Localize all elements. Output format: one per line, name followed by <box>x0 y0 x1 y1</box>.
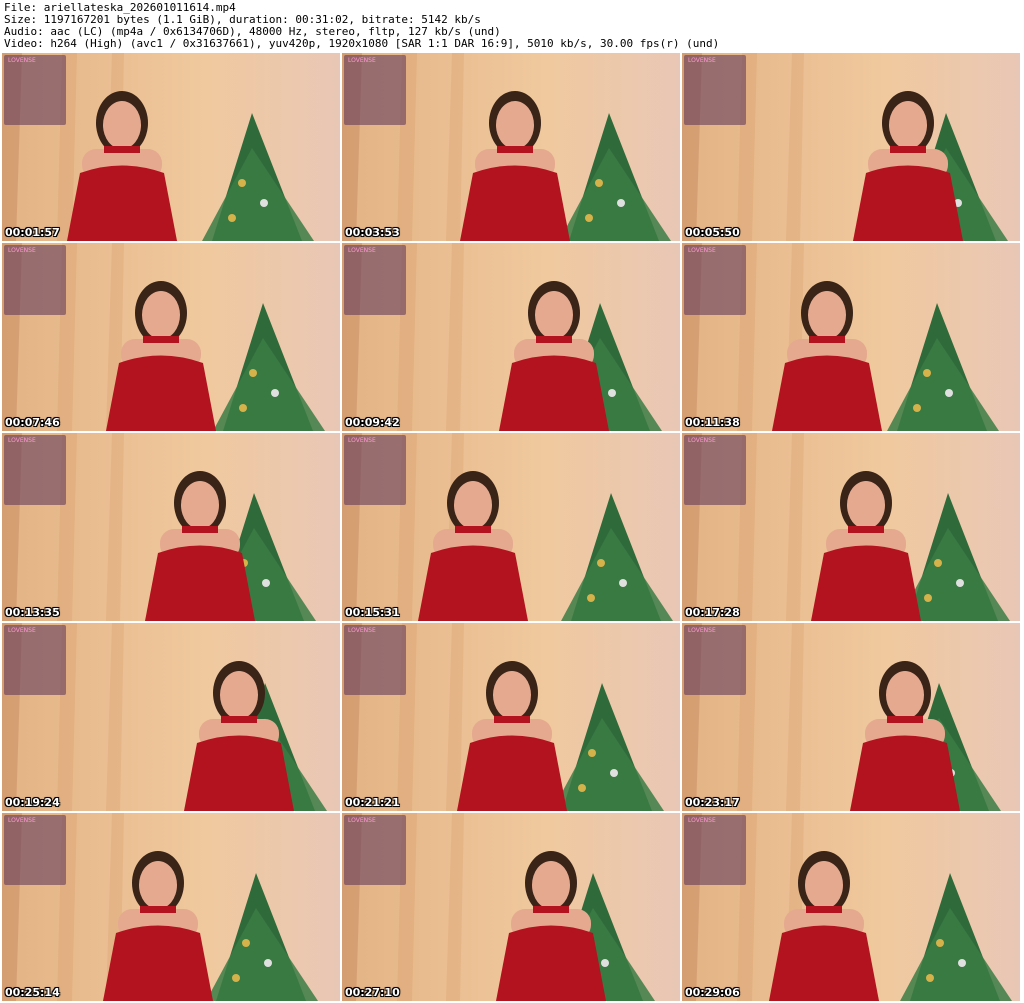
lovense-brand-label: LOVENSE <box>348 627 376 634</box>
lovense-brand-label: LOVENSE <box>8 817 36 824</box>
lovense-overlay-panel: LOVENSE <box>684 815 746 885</box>
lovense-brand-label: LOVENSE <box>348 247 376 254</box>
video-thumbnail[interactable]: LOVENSE 00:23:17 <box>682 623 1020 811</box>
lovense-brand-label: LOVENSE <box>688 627 716 634</box>
lovense-brand-label: LOVENSE <box>8 57 36 64</box>
video-thumbnail[interactable]: LOVENSE 00:05:50 <box>682 53 1020 241</box>
thumbnail-timestamp: 00:03:53 <box>345 226 400 239</box>
thumbnail-timestamp: 00:01:57 <box>5 226 60 239</box>
thumbnail-timestamp: 00:13:35 <box>5 606 60 619</box>
lovense-brand-label: LOVENSE <box>8 247 36 254</box>
lovense-brand-label: LOVENSE <box>688 817 716 824</box>
video-thumbnail[interactable]: LOVENSE 00:13:35 <box>2 433 340 621</box>
video-thumbnail[interactable]: LOVENSE 00:17:28 <box>682 433 1020 621</box>
file-name-line: File: ariellateska_202601011614.mp4 <box>4 1 236 14</box>
video-thumbnail[interactable]: LOVENSE 00:07:46 <box>2 243 340 431</box>
thumbnail-timestamp: 00:27:10 <box>345 986 400 999</box>
video-thumbnail[interactable]: LOVENSE 00:09:42 <box>342 243 680 431</box>
file-info-header: File: ariellateska_202601011614.mp4 Size… <box>0 0 1024 52</box>
thumbnail-timestamp: 00:11:38 <box>685 416 740 429</box>
lovense-overlay-panel: LOVENSE <box>4 435 66 505</box>
lovense-overlay-panel: LOVENSE <box>684 245 746 315</box>
lovense-overlay-panel: LOVENSE <box>4 245 66 315</box>
lovense-overlay-panel: LOVENSE <box>344 55 406 125</box>
thumbnail-grid: LOVENSE 00:01:57 LOVENSE 00:03:53 LOVENSE 00:… <box>0 52 1024 1003</box>
lovense-overlay-panel: LOVENSE <box>4 55 66 125</box>
lovense-overlay-panel: LOVENSE <box>4 815 66 885</box>
thumbnail-timestamp: 00:21:21 <box>345 796 400 809</box>
lovense-overlay-panel: LOVENSE <box>344 625 406 695</box>
size-line: Size: 1197167201 bytes (1.1 GiB), durati… <box>4 13 481 26</box>
lovense-brand-label: LOVENSE <box>8 627 36 634</box>
lovense-overlay-panel: LOVENSE <box>344 435 406 505</box>
video-thumbnail[interactable]: LOVENSE 00:21:21 <box>342 623 680 811</box>
lovense-brand-label: LOVENSE <box>348 57 376 64</box>
thumbnail-timestamp: 00:17:28 <box>685 606 740 619</box>
lovense-overlay-panel: LOVENSE <box>684 625 746 695</box>
video-thumbnail[interactable]: LOVENSE 00:19:24 <box>2 623 340 811</box>
thumbnail-timestamp: 00:29:06 <box>685 986 740 999</box>
thumbnail-timestamp: 00:15:31 <box>345 606 400 619</box>
video-thumbnail[interactable]: LOVENSE 00:01:57 <box>2 53 340 241</box>
lovense-brand-label: LOVENSE <box>348 437 376 444</box>
lovense-brand-label: LOVENSE <box>348 817 376 824</box>
lovense-overlay-panel: LOVENSE <box>684 435 746 505</box>
lovense-overlay-panel: LOVENSE <box>344 815 406 885</box>
video-thumbnail[interactable]: LOVENSE 00:03:53 <box>342 53 680 241</box>
video-thumbnail[interactable]: LOVENSE 00:25:14 <box>2 813 340 1001</box>
thumbnail-timestamp: 00:09:42 <box>345 416 400 429</box>
video-line: Video: h264 (High) (avc1 / 0x31637661), … <box>4 37 720 50</box>
video-thumbnail[interactable]: LOVENSE 00:29:06 <box>682 813 1020 1001</box>
thumbnail-timestamp: 00:05:50 <box>685 226 740 239</box>
video-thumbnail[interactable]: LOVENSE 00:27:10 <box>342 813 680 1001</box>
lovense-overlay-panel: LOVENSE <box>4 625 66 695</box>
lovense-overlay-panel: LOVENSE <box>344 245 406 315</box>
lovense-brand-label: LOVENSE <box>688 247 716 254</box>
lovense-brand-label: LOVENSE <box>688 437 716 444</box>
thumbnail-timestamp: 00:07:46 <box>5 416 60 429</box>
video-thumbnail[interactable]: LOVENSE 00:15:31 <box>342 433 680 621</box>
lovense-brand-label: LOVENSE <box>8 437 36 444</box>
thumbnail-timestamp: 00:23:17 <box>685 796 740 809</box>
thumbnail-timestamp: 00:25:14 <box>5 986 60 999</box>
lovense-overlay-panel: LOVENSE <box>684 55 746 125</box>
video-thumbnail[interactable]: LOVENSE 00:11:38 <box>682 243 1020 431</box>
thumbnail-timestamp: 00:19:24 <box>5 796 60 809</box>
audio-line: Audio: aac (LC) (mp4a / 0x6134706D), 480… <box>4 25 501 38</box>
lovense-brand-label: LOVENSE <box>688 57 716 64</box>
